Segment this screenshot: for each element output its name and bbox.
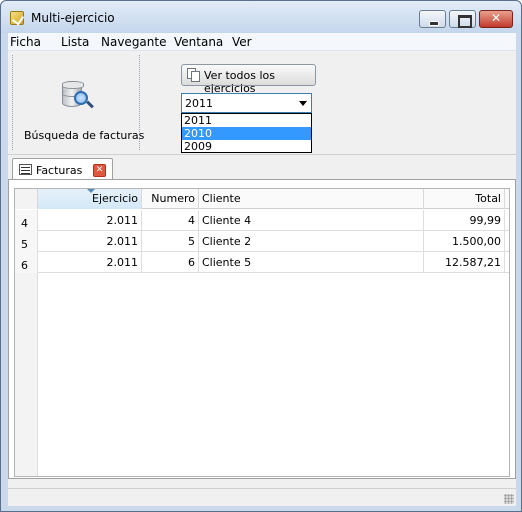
resize-grip-icon[interactable] [504, 494, 514, 504]
ribbon-separator [12, 55, 13, 150]
year-combo-value: 2011 [185, 97, 213, 110]
year-option-2011[interactable]: 2011 [182, 114, 311, 127]
ribbon: Búsqueda de facturas Ver todos los ejerc… [8, 51, 516, 154]
window-title: Multi-ejercicio [31, 11, 115, 25]
search-invoices-label: Búsqueda de facturas [24, 129, 145, 142]
year-dropdown-list: 2011 2010 2009 [181, 113, 312, 153]
column-header-total[interactable]: Total [424, 189, 505, 209]
table-row[interactable]: 5 2.011 5 Cliente 2 1.500,00 [15, 231, 509, 252]
cell-total[interactable]: 12.587,21 [424, 252, 505, 273]
app-window: Multi-ejercicio Ficha Lista Navegante Ve… [0, 0, 522, 512]
year-option-2010[interactable]: 2010 [182, 127, 311, 140]
grid-corner[interactable] [15, 189, 38, 209]
cell-total[interactable]: 99,99 [424, 210, 505, 231]
cell-cliente[interactable]: Cliente 4 [199, 210, 424, 231]
status-bar [8, 488, 516, 506]
menu-bar: Ficha Lista Navegante Ventana Ver [8, 33, 516, 51]
chevron-down-icon[interactable] [299, 101, 307, 106]
view-all-years-label: Ver todos los ejercicios [204, 69, 275, 95]
menu-lista[interactable]: Lista [61, 35, 89, 49]
invoices-grid: Ejercicio Numero Cliente Total 4 2.011 4… [14, 188, 510, 477]
cell-ejercicio[interactable]: 2.011 [38, 252, 142, 273]
column-header-ejercicio[interactable]: Ejercicio [38, 189, 142, 209]
list-icon [19, 164, 32, 175]
minimize-button[interactable] [419, 10, 446, 28]
tab-strip: Facturas ✕ [8, 154, 516, 182]
menu-navegante[interactable]: Navegante [101, 35, 166, 49]
close-tab-button[interactable]: ✕ [93, 164, 106, 177]
row-header-gutter [15, 273, 38, 476]
sort-indicator-icon [87, 189, 95, 193]
table-row[interactable]: 4 2.011 4 Cliente 4 99,99 [15, 210, 509, 231]
database-search-icon [60, 77, 94, 111]
cell-numero[interactable]: 6 [142, 252, 199, 273]
grid-header: Ejercicio Numero Cliente Total [15, 189, 509, 209]
row-index: 5 [15, 231, 38, 252]
title-bar[interactable]: Multi-ejercicio [1, 1, 521, 33]
cell-ejercicio[interactable]: 2.011 [38, 210, 142, 231]
cell-numero[interactable]: 5 [142, 231, 199, 252]
maximize-button[interactable] [449, 10, 476, 28]
close-window-button[interactable] [479, 10, 513, 28]
year-option-2009[interactable]: 2009 [182, 140, 311, 153]
tab-facturas-label: Facturas [36, 164, 83, 177]
cell-numero[interactable]: 4 [142, 210, 199, 231]
documents-icon [187, 68, 200, 82]
table-row[interactable]: 6 2.011 6 Cliente 5 12.587,21 [15, 252, 509, 273]
menu-ventana[interactable]: Ventana [174, 35, 223, 49]
column-header-label: Ejercicio [92, 192, 138, 205]
column-header-cliente[interactable]: Cliente [199, 189, 424, 209]
cell-ejercicio[interactable]: 2.011 [38, 231, 142, 252]
app-icon [10, 11, 24, 25]
invoices-panel: Ejercicio Numero Cliente Total 4 2.011 4… [8, 179, 516, 479]
cell-cliente[interactable]: Cliente 2 [199, 231, 424, 252]
view-all-years-button[interactable]: Ver todos los ejercicios [181, 64, 316, 95]
menu-ficha[interactable]: Ficha [10, 35, 41, 49]
year-combo[interactable]: 2011 [181, 93, 312, 113]
cell-cliente[interactable]: Cliente 5 [199, 252, 424, 273]
column-header-numero[interactable]: Numero [142, 189, 199, 209]
client-area: Ficha Lista Navegante Ventana Ver Búsque… [8, 33, 516, 506]
ribbon-separator [139, 55, 140, 150]
row-index: 6 [15, 252, 38, 273]
menu-ver[interactable]: Ver [232, 35, 252, 49]
cell-total[interactable]: 1.500,00 [424, 231, 505, 252]
row-index: 4 [15, 210, 38, 231]
